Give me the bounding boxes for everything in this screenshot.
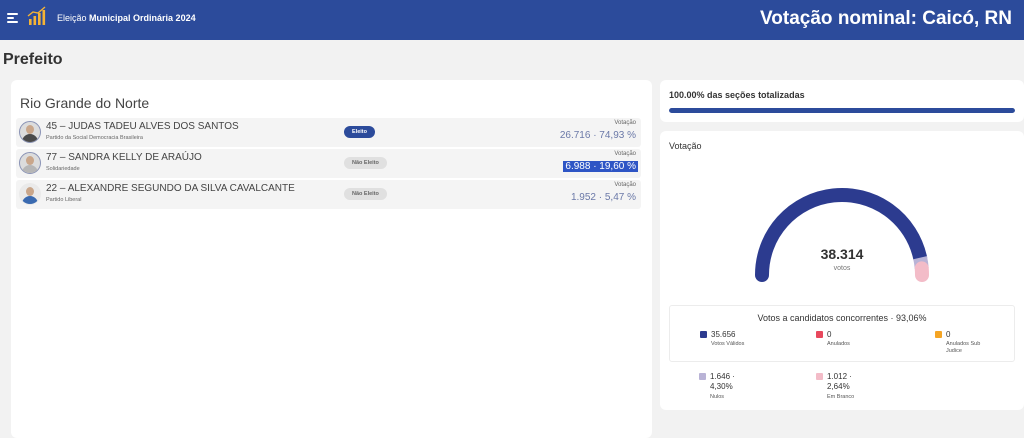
candidate-row[interactable]: 77 – SANDRA KELLY DE ARAÚJO Solidariedad… <box>16 149 641 178</box>
vote-value: 6.988 · 19,60 % <box>563 161 638 172</box>
stat-value: 1.646 · 4,30% <box>710 372 735 391</box>
brand-prefix: Eleição <box>57 13 87 23</box>
status-badge: Não Eleito <box>344 188 387 200</box>
candidate-name: 45 – JUDAS TADEU ALVES DOS SANTOS <box>46 121 239 132</box>
stat-label: Anulados Sub Judice <box>946 341 981 354</box>
gauge-arc-valid <box>755 188 928 282</box>
progress-bar <box>669 108 1015 113</box>
stat-value: 0 <box>946 330 951 339</box>
candidate-name: 77 – SANDRA KELLY DE ARAÚJO <box>46 152 202 163</box>
stat-value: 0 <box>827 330 832 339</box>
vote-label: Votação <box>614 120 636 126</box>
status-badge: Eleito <box>344 126 375 138</box>
vote-panel-title: Votação <box>669 141 702 151</box>
candidate-party: Partido da Social Democracia Brasileira <box>46 135 143 141</box>
stat-label: Anulados <box>827 341 850 347</box>
candidate-party: Partido Liberal <box>46 197 82 203</box>
legend-swatch <box>700 331 707 338</box>
vote-label: Votação <box>614 182 636 188</box>
section-title: Prefeito <box>3 51 63 68</box>
legend-swatch <box>935 331 942 338</box>
menu-icon[interactable] <box>7 13 18 23</box>
candidate-party: Solidariedade <box>46 166 80 172</box>
brand-name: Municipal Ordinária 2024 <box>89 13 196 23</box>
progress-fill <box>669 108 1015 113</box>
total-votes-unit: votos <box>833 265 851 272</box>
legend-swatch <box>699 373 706 380</box>
candidates-panel: Rio Grande do Norte 45 – JUDAS TADEU ALV… <box>11 80 652 438</box>
stat-value: 1.012 · 2,64% <box>827 372 852 391</box>
stat-label: Nulos <box>710 394 725 400</box>
vote-value: 1.952 · 5,47 % <box>570 192 636 203</box>
breakdown-title: Votos a candidatos concorrentes · 93,06% <box>757 313 927 323</box>
bar-chart-icon <box>27 6 46 25</box>
vote-label: Votação <box>614 151 636 157</box>
page-heading: Votação nominal: Caicó, RN <box>760 8 1012 29</box>
breakdown-box: Votos a candidatos concorrentes · 93,06%… <box>669 305 1015 362</box>
legend-swatch <box>816 373 823 380</box>
legend-swatch <box>816 331 823 338</box>
candidate-row[interactable]: 22 – ALEXANDRE SEGUNDO DA SILVA CAVALCAN… <box>16 180 641 209</box>
vote-panel: Votação 38.314 votos Votos a candidatos … <box>660 131 1024 410</box>
status-badge: Não Eleito <box>344 157 387 169</box>
stat-label: Em Branco <box>827 394 855 400</box>
candidate-avatar <box>19 121 41 143</box>
stat-label: Votos Válidos <box>711 341 745 347</box>
election-brand: Eleição Municipal Ordinária 2024 <box>57 13 196 23</box>
progress-panel: 100.00% das seções totalizadas <box>660 80 1024 122</box>
candidate-name: 22 – ALEXANDRE SEGUNDO DA SILVA CAVALCAN… <box>46 183 295 194</box>
candidate-avatar <box>19 183 41 205</box>
candidate-avatar <box>19 152 41 174</box>
top-bar: Eleição Municipal Ordinária 2024 Votação… <box>0 0 1024 40</box>
stat-value: 35.656 <box>711 330 736 339</box>
total-votes: 38.314 <box>820 246 864 262</box>
state-title: Rio Grande do Norte <box>20 95 150 111</box>
candidate-row[interactable]: 45 – JUDAS TADEU ALVES DOS SANTOS Partid… <box>16 118 641 147</box>
progress-text: 100.00% das seções totalizadas <box>669 90 805 100</box>
vote-value: 26.716 · 74,93 % <box>559 130 636 141</box>
